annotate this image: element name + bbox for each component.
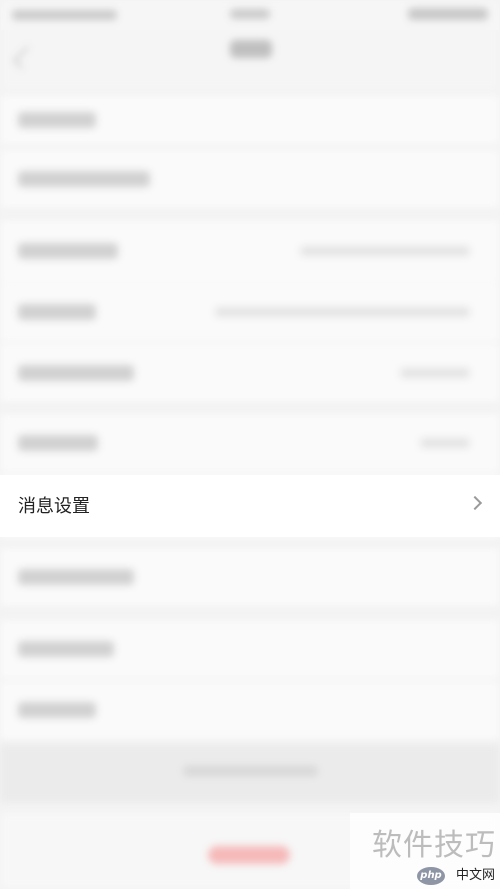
blurred-value <box>300 246 470 256</box>
blurred-text <box>18 702 96 718</box>
blurred-text <box>18 171 150 187</box>
back-icon[interactable] <box>12 45 37 70</box>
settings-row-blurred-3[interactable] <box>0 283 500 341</box>
blurred-account-bar <box>0 743 500 803</box>
blurred-account-text <box>183 766 318 776</box>
status-bar <box>0 0 500 30</box>
settings-row-blurred-2[interactable] <box>0 220 500 282</box>
blurred-text <box>18 569 134 585</box>
blurred-text <box>18 435 98 451</box>
blurred-text <box>18 243 118 259</box>
settings-row-blurred-1[interactable] <box>0 150 500 208</box>
settings-screen: 消息设置 软件技巧 php 中文网 <box>0 0 500 889</box>
blurred-text <box>18 112 96 128</box>
status-center-blurred <box>230 9 270 19</box>
settings-row-blurred-7[interactable] <box>0 620 500 678</box>
blurred-text <box>18 641 114 657</box>
blurred-value <box>400 368 470 378</box>
page-title-blurred <box>230 40 272 58</box>
php-logo-text: 中文网 <box>455 868 495 883</box>
blurred-text <box>18 304 96 320</box>
message-settings-row[interactable]: 消息设置 <box>0 475 500 537</box>
settings-section-header-blurred <box>0 96 500 144</box>
watermark: 软件技巧 php 中文网 <box>350 813 500 889</box>
blurred-background <box>0 0 500 889</box>
blurred-value <box>420 438 470 448</box>
settings-row-blurred-4[interactable] <box>0 344 500 402</box>
watermark-logo: php 中文网 <box>417 867 495 889</box>
php-logo-badge: php <box>417 867 445 885</box>
watermark-text: 软件技巧 <box>372 828 496 863</box>
settings-row-blurred-6[interactable] <box>0 548 500 606</box>
status-right-blurred <box>408 8 488 20</box>
chevron-right-icon <box>467 495 483 511</box>
status-left-blurred <box>12 10 117 20</box>
message-settings-label: 消息设置 <box>18 496 90 517</box>
blurred-value <box>215 307 470 317</box>
blurred-text <box>18 365 134 381</box>
settings-row-blurred-5[interactable] <box>0 414 500 472</box>
navigation-bar <box>0 30 500 90</box>
settings-row-blurred-8[interactable] <box>0 682 500 740</box>
logout-button-blurred[interactable] <box>208 846 290 864</box>
